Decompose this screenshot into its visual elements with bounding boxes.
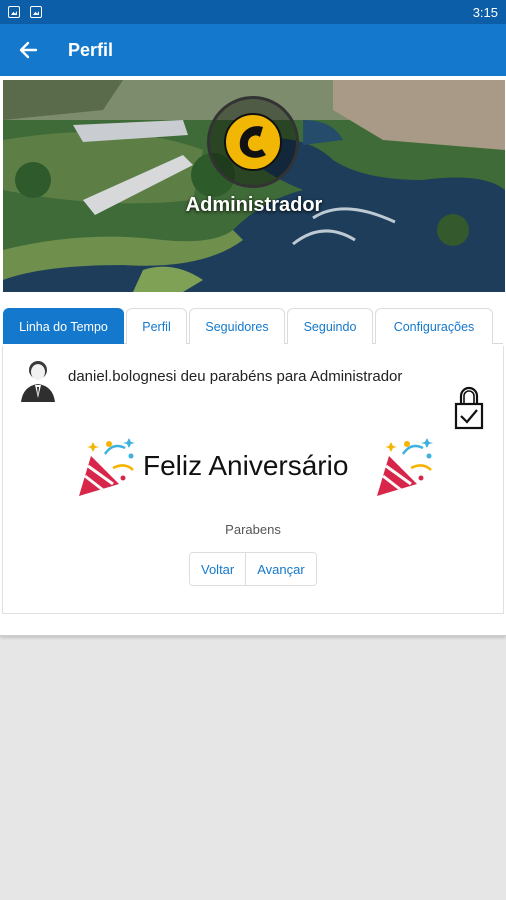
- image-notification-icon: [8, 6, 20, 18]
- previous-button[interactable]: Voltar: [190, 553, 246, 585]
- post-heading: Feliz Aniversário: [143, 450, 349, 481]
- status-time: 3:15: [472, 4, 498, 20]
- tab-configuracoes[interactable]: Configurações: [375, 308, 493, 344]
- party-popper-icon: [377, 438, 433, 496]
- cover-photo: Administrador: [3, 80, 505, 292]
- tab-seguidores[interactable]: Seguidores: [189, 308, 285, 344]
- profile-avatar: [207, 96, 299, 188]
- app-bar: Perfil: [0, 24, 506, 76]
- lock-check-icon[interactable]: [453, 386, 485, 432]
- tab-seguindo[interactable]: Seguindo: [287, 308, 373, 344]
- brand-logo-icon: [224, 113, 282, 171]
- post-pager: Voltar Avançar: [189, 552, 317, 586]
- page-title: Perfil: [68, 39, 114, 60]
- post-text: daniel.bolognesi deu parabéns para Admin…: [68, 368, 403, 385]
- post-message: Parabens: [225, 522, 281, 537]
- status-bar: 3:15: [0, 0, 506, 24]
- profile-content: Administrador Linha do Tempo Perfil Segu…: [0, 76, 506, 636]
- back-button[interactable]: [0, 24, 56, 76]
- arrow-back-icon: [19, 41, 38, 59]
- next-button[interactable]: Avançar: [245, 553, 316, 585]
- timeline-post: daniel.bolognesi deu parabéns para Admin…: [2, 346, 504, 614]
- profile-name: Administrador: [185, 194, 323, 216]
- user-avatar-icon: [21, 361, 55, 402]
- party-popper-icon: [79, 438, 135, 496]
- profile-tabs: Linha do Tempo Perfil Seguidores Seguind…: [3, 308, 503, 344]
- tab-linha-do-tempo[interactable]: Linha do Tempo: [3, 308, 124, 344]
- photo-notification-icon: [30, 6, 42, 18]
- tab-perfil[interactable]: Perfil: [126, 308, 187, 344]
